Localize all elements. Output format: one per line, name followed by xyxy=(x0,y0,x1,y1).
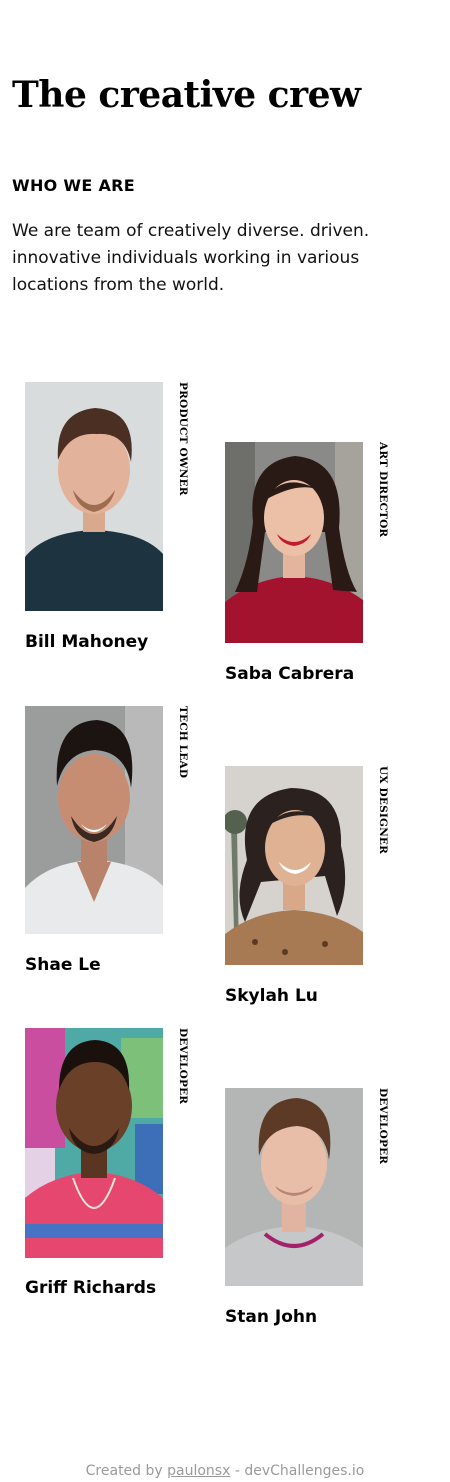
footer-separator: - xyxy=(230,1463,245,1479)
member-photo xyxy=(225,766,363,965)
member-role: UX DESIGNER xyxy=(377,766,389,855)
page-title: The creative crew xyxy=(12,74,361,116)
member-name: Bill Mahoney xyxy=(25,632,149,652)
member-photo xyxy=(225,1088,363,1286)
member-name: Shae Le xyxy=(25,955,101,975)
member-photo xyxy=(25,1028,163,1258)
team-card-saba-cabrera: ART DIRECTOR Saba Cabrera xyxy=(225,442,405,692)
team-card-skylah-lu: UX DESIGNER Skylah Lu xyxy=(225,766,405,1016)
team-card-stan-john: DEVELOPER Stan John xyxy=(225,1088,405,1338)
member-name: Griff Richards xyxy=(25,1278,157,1298)
member-role: TECH LEAD xyxy=(177,706,189,779)
member-photo xyxy=(25,382,163,611)
intro-text: We are team of creatively diverse. drive… xyxy=(12,221,370,295)
member-photo xyxy=(25,706,163,934)
member-role: DEVELOPER xyxy=(177,1028,189,1105)
member-photo xyxy=(225,442,363,643)
member-role: PRODUCT OWNER xyxy=(177,382,189,496)
team-card-bill-mahoney: PRODUCT OWNER Bill Mahoney xyxy=(25,382,205,662)
man-portrait-icon xyxy=(225,1088,363,1286)
team-card-shae-le: TECH LEAD Shae Le xyxy=(25,706,205,986)
woman-portrait-icon xyxy=(225,442,363,643)
man-portrait-icon xyxy=(25,382,163,611)
member-name: Stan John xyxy=(225,1307,318,1327)
man-portrait-icon xyxy=(25,1028,163,1258)
section-label: WHO WE ARE xyxy=(12,176,135,195)
member-name: Saba Cabrera xyxy=(225,664,355,684)
footer-prefix: Created by xyxy=(85,1463,163,1479)
team-card-griff-richards: DEVELOPER Griff Richards xyxy=(25,1028,205,1308)
footer: Created by paulonsx - devChallenges.io xyxy=(0,1463,450,1479)
member-role: DEVELOPER xyxy=(377,1088,389,1165)
footer-site: devChallenges.io xyxy=(244,1463,365,1479)
member-name: Skylah Lu xyxy=(225,986,318,1006)
man-portrait-icon xyxy=(25,706,163,934)
woman-portrait-icon xyxy=(225,766,363,965)
member-role: ART DIRECTOR xyxy=(377,442,389,538)
author-link[interactable]: paulonsx xyxy=(167,1463,230,1479)
